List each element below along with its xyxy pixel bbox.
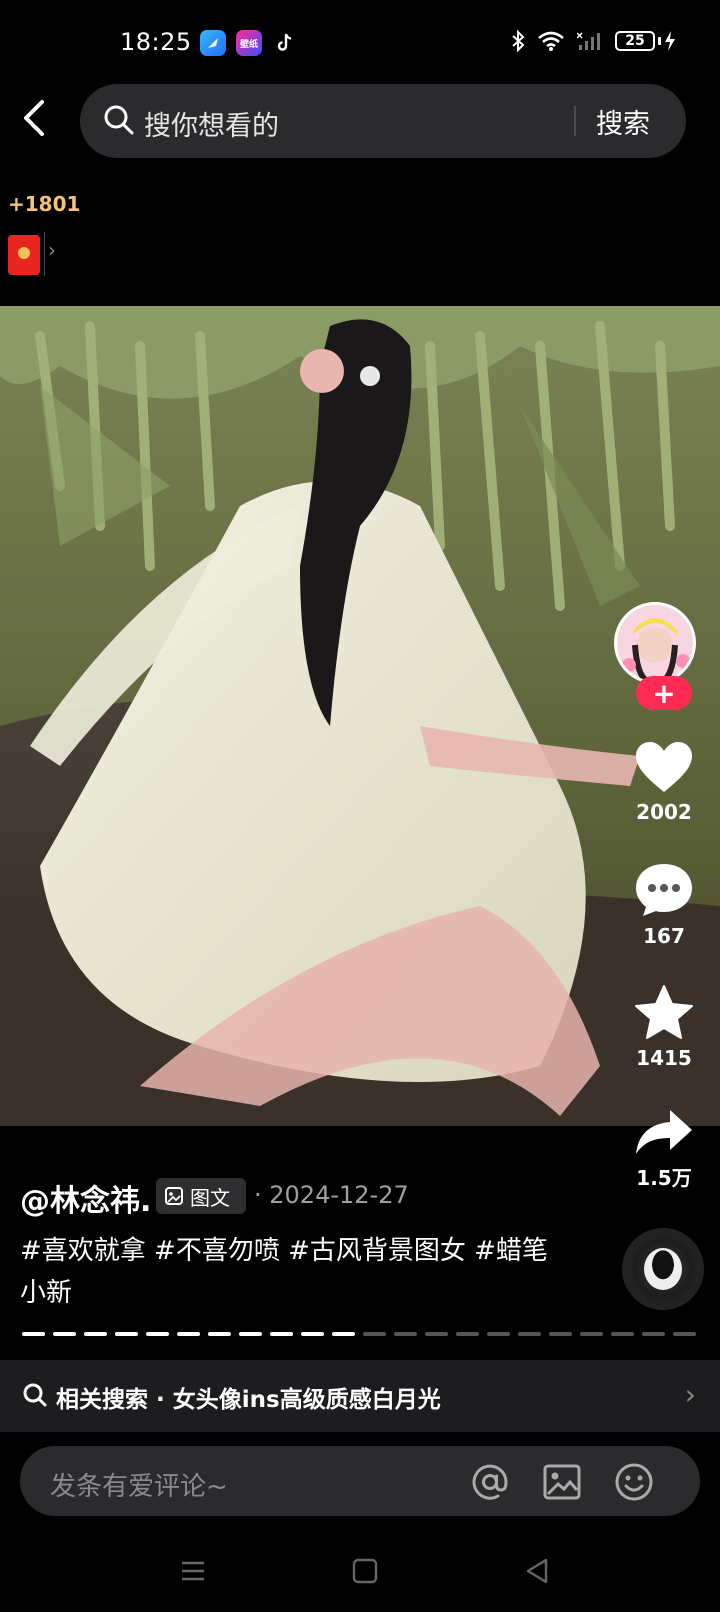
share-arrow-icon (636, 1110, 692, 1154)
post-type-badge: 图文 (156, 1178, 246, 1214)
battery-indicator: 25 (615, 31, 676, 51)
comment-count: 167 (643, 924, 685, 948)
browser-app-icon (200, 30, 226, 56)
menu-nav-icon[interactable] (178, 1556, 208, 1586)
progress-segment (115, 1332, 138, 1336)
home-nav-icon[interactable] (350, 1556, 380, 1586)
post-hashtags[interactable]: #喜欢就拿 #不喜勿喷 #古风背景图女 #蜡笔小新 (20, 1230, 550, 1314)
progress-segment (425, 1332, 448, 1336)
cellular-signal-icon (577, 32, 600, 50)
mention-icon[interactable] (470, 1462, 510, 1502)
tiktok-app-icon (272, 30, 298, 56)
progress-segment (642, 1332, 665, 1336)
progress-segment (611, 1332, 634, 1336)
star-icon (635, 985, 693, 1039)
progress-segment (239, 1332, 262, 1336)
back-nav-icon[interactable] (522, 1556, 552, 1586)
search-icon (23, 1383, 47, 1407)
status-time: 18:25 (120, 28, 192, 56)
wifi-icon (538, 31, 564, 51)
avatar-image (617, 605, 693, 681)
comment-icon (636, 864, 692, 916)
progress-segment (549, 1332, 572, 1336)
wallpaper-app-icon: 壁纸 (236, 30, 262, 56)
like-button[interactable]: 2002 (614, 740, 714, 824)
system-navigation-bar (0, 1530, 720, 1612)
back-button[interactable] (20, 98, 60, 146)
related-search-text: 相关搜索 · 女头像ins高级质感白月光 (56, 1387, 441, 1413)
heart-icon (636, 742, 692, 792)
progress-segment (84, 1332, 107, 1336)
author-name[interactable]: @林念祎. (20, 1176, 151, 1220)
reward-divider (44, 232, 45, 276)
progress-segment (363, 1332, 386, 1336)
progress-segment (518, 1332, 541, 1336)
post-date: · 2024-12-27 (254, 1181, 409, 1209)
progress-segment (456, 1332, 479, 1336)
reward-count: +1801 (8, 192, 81, 216)
search-icon (102, 103, 138, 139)
progress-segment (487, 1332, 510, 1336)
post-type-label: 图文 (190, 1185, 230, 1210)
search-button[interactable]: 搜索 (596, 102, 650, 141)
search-divider (574, 106, 576, 136)
progress-segment (270, 1332, 293, 1336)
author-avatar[interactable] (614, 602, 696, 684)
comment-input[interactable]: 发条有爱评论~ (50, 1466, 228, 1503)
emoji-icon[interactable] (614, 1462, 654, 1502)
progress-segment (394, 1332, 417, 1336)
share-count: 1.5万 (636, 1166, 692, 1190)
red-envelope-icon[interactable] (8, 235, 40, 275)
progress-segment (22, 1332, 45, 1336)
progress-segment (301, 1332, 324, 1336)
share-button[interactable]: 1.5万 (614, 1108, 714, 1191)
status-bar: 18:25 壁纸 25 (0, 0, 720, 92)
post-image[interactable] (0, 306, 720, 1126)
related-search-bar[interactable]: 相关搜索 · 女头像ins高级质感白月光 › (0, 1360, 720, 1432)
back-arrow-icon (24, 100, 44, 136)
image-picker-icon[interactable] (542, 1462, 582, 1502)
follow-button[interactable]: + (636, 676, 692, 710)
post-image-art (0, 306, 720, 1126)
like-count: 2002 (636, 800, 692, 824)
image-text-icon (165, 1187, 183, 1205)
music-disc[interactable] (622, 1228, 704, 1310)
bluetooth-icon (512, 30, 525, 52)
progress-segment (332, 1332, 355, 1336)
progress-segment (673, 1332, 696, 1336)
progress-segment (580, 1332, 603, 1336)
comment-input-bar[interactable]: 发条有爱评论~ (20, 1446, 700, 1516)
image-progress-indicator (22, 1332, 696, 1336)
comment-button[interactable]: 167 (614, 862, 714, 948)
progress-segment (208, 1332, 231, 1336)
battery-level: 25 (615, 31, 655, 51)
progress-segment (177, 1332, 200, 1336)
progress-segment (146, 1332, 169, 1336)
progress-segment (53, 1332, 76, 1336)
status-app-icons: 壁纸 (200, 30, 298, 56)
search-input[interactable]: 搜你想看的 (144, 104, 279, 143)
favorite-button[interactable]: 1415 (614, 984, 714, 1070)
search-bar[interactable]: 搜你想看的 搜索 (80, 84, 686, 158)
favorite-count: 1415 (636, 1046, 692, 1070)
status-indicators: 25 (511, 30, 676, 52)
charging-icon (665, 31, 675, 51)
chevron-right-icon: › (684, 1378, 696, 1411)
chevron-right-icon[interactable]: › (48, 238, 56, 262)
